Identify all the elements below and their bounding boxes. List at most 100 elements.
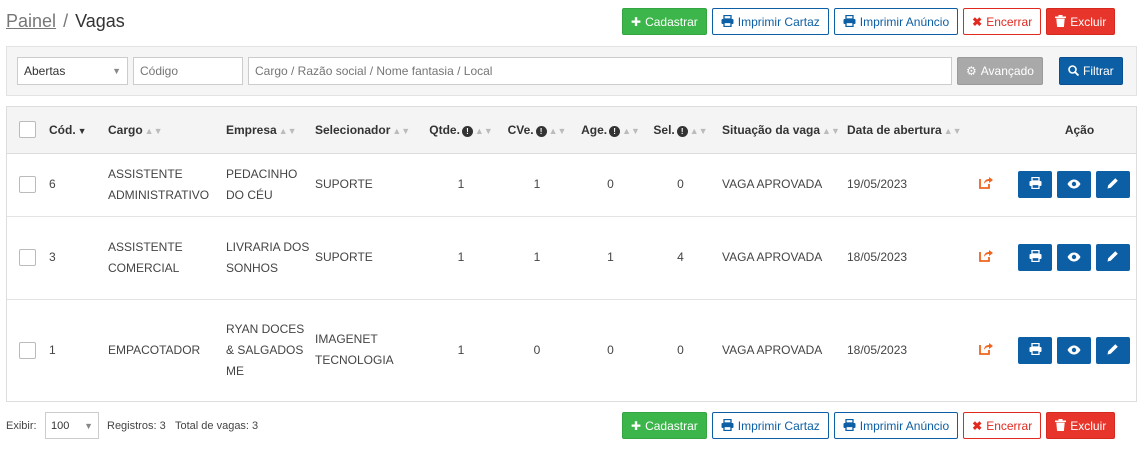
col-sel-header[interactable]: Sel.! ▲▼	[647, 107, 714, 154]
imprimir-cartaz-button[interactable]: Imprimir Cartaz	[711, 412, 829, 439]
row-checkbox[interactable]	[19, 176, 36, 194]
filtrar-button[interactable]: Filtrar	[1059, 57, 1123, 85]
page-size-select[interactable]: 100 ▼	[45, 412, 99, 439]
col-cargo-header[interactable]: Cargo ▲▼	[106, 107, 224, 154]
page-header: Painel / Vagas ✚ Cadastrar Imprimir Cart…	[6, 8, 1140, 38]
info-icon: !	[676, 125, 688, 137]
cell-qtde: 1	[422, 153, 500, 217]
imprimir-anuncio-label: Imprimir Anúncio	[859, 14, 950, 29]
search-input[interactable]	[248, 57, 952, 85]
sort-icon: ▲▼	[822, 125, 840, 136]
encerrar-button[interactable]: ✖ Encerrar	[963, 412, 1042, 439]
sort-icon: ▲▼	[144, 125, 163, 136]
breadcrumb-painel-link[interactable]: Painel	[6, 11, 56, 31]
col-selecionador-header[interactable]: Selecionador ▲▼	[313, 107, 422, 154]
select-all-checkbox[interactable]	[19, 121, 36, 139]
col-empresa-header[interactable]: Empresa ▲▼	[224, 107, 313, 154]
cell-situacao: VAGA APROVADA	[722, 342, 823, 357]
cell-situacao: VAGA APROVADA	[714, 153, 845, 217]
sort-icon: ▲▼	[689, 125, 708, 136]
print-row-button[interactable]	[1018, 336, 1052, 364]
sort-desc-icon: ▼	[77, 125, 87, 136]
filtrar-label: Filtrar	[1083, 64, 1114, 78]
imprimir-cartaz-button[interactable]: Imprimir Cartaz	[711, 8, 829, 35]
col-qtde-label: Qtde.	[429, 122, 460, 137]
printer-icon	[721, 418, 734, 433]
cell-cod: 1	[49, 342, 56, 357]
col-age-header[interactable]: Age.! ▲▼	[574, 107, 647, 154]
col-situacao-label: Situação da vaga	[722, 122, 821, 137]
trash-icon	[1055, 418, 1067, 433]
plus-icon: ✚	[631, 418, 642, 433]
cell-cod: 6	[47, 153, 106, 217]
printer-icon	[1029, 247, 1042, 268]
col-sel-label: Sel.	[653, 122, 675, 137]
share-icon[interactable]	[979, 174, 993, 195]
edit-row-button[interactable]	[1096, 171, 1130, 198]
cell-cve: 1	[500, 153, 574, 217]
cell-cargo: EMPACOTADOR	[108, 342, 201, 357]
exibir-label: Exibir:	[6, 420, 37, 432]
share-icon[interactable]	[979, 247, 993, 268]
col-cargo-label: Cargo	[108, 122, 143, 137]
total-vagas-count: Total de vagas: 3	[175, 420, 259, 432]
col-empresa-label: Empresa	[226, 122, 277, 137]
share-icon[interactable]	[979, 340, 993, 361]
col-qtde-header[interactable]: Qtde.! ▲▼	[422, 107, 500, 154]
cell-cve: 0	[533, 342, 541, 357]
col-situacao-header[interactable]: Situação da vaga ▲▼	[714, 107, 845, 154]
imprimir-anuncio-button[interactable]: Imprimir Anúncio	[833, 412, 959, 439]
col-cve-label: CVe.	[507, 122, 534, 137]
sort-icon: ▲▼	[622, 125, 640, 136]
col-data-header[interactable]: Data de abertura ▲▼	[845, 107, 962, 154]
encerrar-button[interactable]: ✖ Encerrar	[963, 8, 1042, 35]
printer-icon	[843, 418, 856, 433]
x-icon: ✖	[972, 14, 983, 29]
table-row[interactable]: 1 EMPACOTADOR RYAN DOCES & SALGADOS ME I…	[7, 299, 1136, 401]
print-row-button[interactable]	[1018, 171, 1052, 198]
vagas-table: Cód. ▼ Cargo ▲▼ Empresa ▲▼ Selecionador ▲▼ Q…	[6, 106, 1137, 402]
view-row-button[interactable]	[1057, 171, 1091, 198]
row-checkbox[interactable]	[19, 249, 36, 267]
cell-sel: 0	[647, 153, 714, 217]
cadastrar-button[interactable]: ✚ Cadastrar	[622, 412, 707, 439]
col-cve-header[interactable]: CVe.! ▲▼	[500, 107, 574, 154]
cell-situacao: VAGA APROVADA	[714, 216, 845, 300]
cadastrar-button[interactable]: ✚ Cadastrar	[622, 8, 707, 35]
view-row-button[interactable]	[1057, 336, 1091, 364]
codigo-input[interactable]	[133, 57, 243, 85]
cell-data: 18/05/2023	[845, 216, 955, 300]
row-checkbox[interactable]	[19, 342, 36, 360]
chevron-down-icon: ▼	[112, 66, 121, 76]
imprimir-anuncio-button[interactable]: Imprimir Anúncio	[833, 8, 959, 35]
x-icon: ✖	[972, 418, 983, 433]
pencil-icon	[1107, 174, 1119, 195]
sort-icon: ▲▼	[392, 125, 411, 136]
sort-icon: ▲▼	[278, 125, 297, 136]
cell-selecionador: SUPORTE	[313, 153, 422, 217]
excluir-button[interactable]: Excluir	[1046, 8, 1116, 35]
edit-row-button[interactable]	[1096, 336, 1130, 364]
table-row[interactable]: 3 ASSISTENTE COMERCIAL LIVRARIA DOS SONH…	[7, 216, 1136, 300]
excluir-button[interactable]: Excluir	[1046, 412, 1116, 439]
cell-selecionador: IMAGENET TECNOLOGIA	[315, 332, 394, 368]
print-row-button[interactable]	[1018, 244, 1052, 271]
status-select-value: Abertas	[24, 64, 66, 78]
page-size-value: 100	[51, 419, 70, 432]
col-selecionador-label: Selecionador	[315, 122, 391, 137]
edit-row-button[interactable]	[1096, 244, 1130, 271]
view-row-button[interactable]	[1057, 244, 1091, 271]
cell-empresa: RYAN DOCES & SALGADOS ME	[226, 321, 305, 378]
col-cod-header[interactable]: Cód. ▼	[47, 107, 106, 154]
avancado-button[interactable]: ⚙ Avançado	[957, 57, 1043, 85]
info-icon: !	[535, 125, 547, 137]
table-row[interactable]: 6 ASSISTENTE ADMINISTRATIVO PEDACINHO DO…	[7, 153, 1136, 217]
cell-cargo: ASSISTENTE COMERCIAL	[106, 216, 224, 300]
filter-bar: Abertas ▼ ⚙ Avançado Filtrar	[6, 46, 1137, 96]
encerrar-label: Encerrar	[986, 418, 1033, 433]
cell-cargo: ASSISTENTE ADMINISTRATIVO	[106, 153, 224, 217]
sort-icon: ▲▼	[548, 125, 567, 136]
status-select[interactable]: Abertas ▼	[17, 57, 128, 85]
top-toolbar: ✚ Cadastrar Imprimir Cartaz Imprimir Anú…	[622, 8, 1116, 35]
cell-acoes	[955, 153, 1136, 217]
